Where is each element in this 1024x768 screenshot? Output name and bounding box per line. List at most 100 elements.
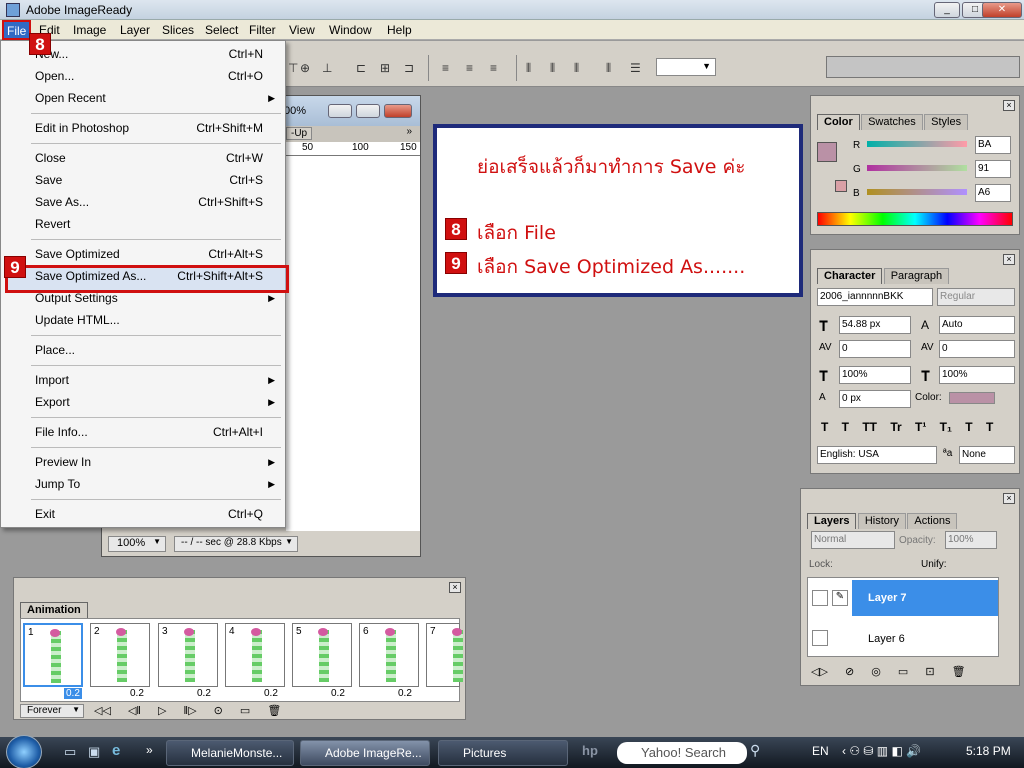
menu-slices[interactable]: Slices: [162, 23, 194, 37]
language-indicator[interactable]: EN: [812, 744, 829, 758]
frame-delay[interactable]: 0.2: [130, 688, 144, 699]
start-button[interactable]: [6, 735, 42, 768]
more-tabs-icon[interactable]: »: [406, 126, 412, 137]
menu-item-revert[interactable]: Revert: [35, 217, 70, 231]
menu-item-output-settings[interactable]: Output Settings: [35, 291, 118, 305]
search-input[interactable]: Yahoo! Search: [617, 742, 747, 764]
menu-item-open-recent[interactable]: Open Recent: [35, 91, 106, 105]
menu-select[interactable]: Select: [205, 23, 238, 37]
taskbar-item-pictures[interactable]: Pictures: [438, 740, 568, 766]
align-top-icon[interactable]: ⊤: [288, 61, 298, 75]
frame-5[interactable]: 5: [292, 623, 352, 687]
zoom-select[interactable]: 100% ▼: [108, 536, 166, 552]
distribute-gap-icon[interactable]: ☰: [630, 61, 641, 75]
frame-2[interactable]: 2: [90, 623, 150, 687]
tab-color[interactable]: Color: [817, 114, 860, 130]
visibility-toggle[interactable]: [812, 630, 828, 646]
frame-4[interactable]: 4: [225, 623, 285, 687]
menu-item-open[interactable]: Open...: [35, 69, 74, 83]
menu-item-exit[interactable]: Exit: [35, 507, 55, 521]
frame-1[interactable]: 1: [23, 623, 83, 687]
tab-2-up[interactable]: -Up: [286, 127, 313, 140]
channel-g-input[interactable]: 91: [975, 160, 1011, 178]
channel-b-input[interactable]: A6: [975, 184, 1011, 202]
anti-alias-select[interactable]: None: [959, 446, 1015, 464]
frame-delay[interactable]: 0.2: [398, 688, 412, 699]
web-color-swatch[interactable]: [835, 180, 847, 192]
close-icon[interactable]: ×: [1003, 100, 1015, 111]
layer-row-active[interactable]: Layer 7: [852, 580, 998, 616]
channel-b-slider[interactable]: [867, 189, 967, 195]
font-style-select[interactable]: Regular: [937, 288, 1015, 306]
menu-item-edit-in-photoshop[interactable]: Edit in Photoshop: [35, 121, 129, 135]
align-bottom-icon[interactable]: ⊥: [322, 61, 332, 75]
show-desktop-icon[interactable]: ▭: [64, 744, 76, 760]
menu-item-save[interactable]: Save: [35, 173, 62, 187]
baseline-shift-input[interactable]: 0 px: [839, 390, 911, 408]
close-icon[interactable]: ×: [449, 582, 461, 593]
taskbar-item-imageready[interactable]: Adobe ImageRe...: [300, 740, 430, 766]
leading-input[interactable]: Auto: [939, 316, 1015, 334]
tab-character[interactable]: Character: [817, 268, 883, 284]
menu-item-update-html[interactable]: Update HTML...: [35, 313, 120, 327]
frame-delay[interactable]: 0.2: [331, 688, 345, 699]
horizontal-scale-input[interactable]: 100%: [939, 366, 1015, 384]
tab-actions[interactable]: Actions: [907, 513, 958, 529]
playback-controls[interactable]: ◁◁ ◁‖ ▷ ‖▷ ⊙ ▭ 🗑: [94, 704, 281, 717]
canvas[interactable]: [286, 156, 420, 531]
menu-filter[interactable]: Filter: [249, 23, 276, 37]
channel-g-slider[interactable]: [867, 165, 967, 171]
distribute-center-icon[interactable]: ≡: [466, 61, 473, 75]
more-quicklaunch-icon[interactable]: »: [146, 743, 153, 757]
distribute-bottom-icon[interactable]: ≡: [490, 61, 497, 75]
frame-6[interactable]: 6: [359, 623, 419, 687]
tab-swatches[interactable]: Swatches: [861, 114, 923, 130]
menu-image[interactable]: Image: [73, 23, 106, 37]
menu-item-save-optimized-as[interactable]: Save Optimized As...: [35, 269, 146, 283]
download-time-select[interactable]: -- / -- sec @ 28.8 Kbps ▼: [174, 536, 298, 552]
tracking-input[interactable]: 0: [839, 340, 911, 358]
menu-item-place[interactable]: Place...: [35, 343, 75, 357]
distribute-top-icon[interactable]: ≡: [442, 61, 449, 75]
align-left-icon[interactable]: ⊏: [356, 61, 366, 75]
frame-delay[interactable]: 0.2: [264, 688, 278, 699]
tray-icons[interactable]: ‹ ⚇ ⛁ ▥ ◧ 🔊: [842, 744, 921, 758]
channel-r-input[interactable]: BA: [975, 136, 1011, 154]
vertical-scale-input[interactable]: 100%: [839, 366, 911, 384]
menu-file[interactable]: File: [2, 20, 32, 40]
blend-mode-select[interactable]: Normal: [811, 531, 895, 549]
visibility-toggle[interactable]: [812, 590, 828, 606]
opacity-input[interactable]: 100%: [945, 531, 997, 549]
kerning-input[interactable]: 0: [939, 340, 1015, 358]
menu-item-import[interactable]: Import: [35, 373, 69, 387]
tab-animation[interactable]: Animation: [20, 602, 88, 618]
font-family-select[interactable]: 2006_iannnnnBKK: [817, 288, 933, 306]
taskbar-item-browser[interactable]: MelanieMonste...: [166, 740, 294, 766]
menu-item-export[interactable]: Export: [35, 395, 70, 409]
menu-item-save-optimized[interactable]: Save Optimized: [35, 247, 120, 261]
text-style-buttons[interactable]: T T TT Tr T¹ T₁ T T: [821, 420, 993, 434]
menu-item-save-as[interactable]: Save As...: [35, 195, 89, 209]
text-color-swatch[interactable]: [949, 392, 995, 404]
clock[interactable]: 5:18 PM: [966, 744, 1011, 758]
ie-icon[interactable]: e: [112, 742, 120, 759]
channel-r-slider[interactable]: [867, 141, 967, 147]
color-spectrum[interactable]: [817, 212, 1013, 226]
frame-3[interactable]: 3: [158, 623, 218, 687]
distribute-right-icon[interactable]: ⫴: [574, 61, 579, 76]
menu-item-preview-in[interactable]: Preview In: [35, 455, 91, 469]
distribute-left-icon[interactable]: ⫴: [526, 61, 531, 76]
layer-row[interactable]: Layer 6: [852, 622, 998, 656]
search-icon[interactable]: ⚲: [750, 742, 760, 759]
menu-help[interactable]: Help: [387, 23, 412, 37]
doc-minimize-button[interactable]: [328, 104, 352, 118]
frame-delay[interactable]: 0.2: [64, 688, 82, 699]
distribute-hcenter-icon[interactable]: ⫴: [550, 61, 555, 76]
distribute-space-icon[interactable]: ⫴: [606, 61, 611, 76]
layers-footer-buttons[interactable]: ◁▷ ⊘ ◎ ▭ ⊡ 🗑: [811, 665, 966, 678]
align-middle-icon[interactable]: ⊕: [300, 61, 310, 75]
font-size-input[interactable]: 54.88 px: [839, 316, 911, 334]
close-icon[interactable]: ×: [1003, 254, 1015, 265]
doc-maximize-button[interactable]: [356, 104, 380, 118]
frame-7[interactable]: 7: [426, 623, 463, 687]
